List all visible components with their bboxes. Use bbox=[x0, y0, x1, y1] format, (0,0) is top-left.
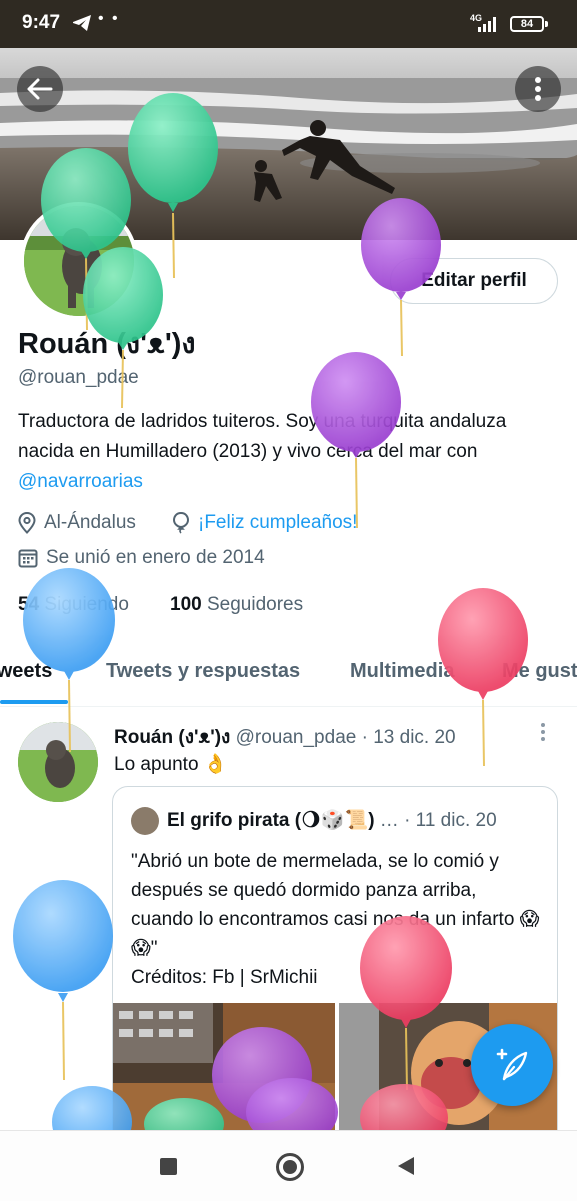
battery-icon: 84 bbox=[510, 16, 544, 32]
android-nav-bar bbox=[0, 1130, 577, 1201]
quote-author: El grifo pirata (🌖🎲📜) bbox=[167, 810, 375, 831]
more-options-button[interactable] bbox=[515, 66, 561, 112]
tweet-author[interactable]: Rouán (ง'ᴥ')ง bbox=[114, 727, 230, 748]
profile-handle: @rouan_pdae bbox=[18, 367, 139, 388]
balloon-blue-2 bbox=[13, 880, 113, 1081]
back-nav-button[interactable] bbox=[396, 1155, 416, 1177]
quote-media-image-left[interactable] bbox=[113, 1003, 335, 1145]
quote-credits: Créditos: Fb | SrMichii bbox=[131, 967, 318, 988]
balloon-icon bbox=[172, 512, 190, 534]
calendar-icon bbox=[18, 549, 38, 568]
signal-icon bbox=[478, 17, 496, 32]
battery-level: 84 bbox=[520, 18, 534, 30]
following-count: 54 bbox=[18, 594, 40, 615]
dog-avatar-image bbox=[18, 722, 98, 802]
birthday-text: ¡Feliz cumpleaños! bbox=[198, 512, 358, 533]
back-arrow-icon bbox=[27, 78, 53, 100]
tab-media[interactable]: Multimedia bbox=[350, 660, 454, 683]
bio-text: Traductora de ladridos tuiteros. Soy una… bbox=[18, 411, 507, 462]
status-time: 9:47 bbox=[22, 12, 61, 33]
location-text: Al-Ándalus bbox=[44, 512, 136, 533]
tweet-meta: @rouan_pdae · 13 dic. 20 bbox=[230, 727, 456, 748]
recents-button[interactable] bbox=[160, 1158, 177, 1175]
display-name: Rouán (ง'ᴥ')ง bbox=[18, 328, 196, 360]
profile-location: Al-Ándalus bbox=[18, 512, 136, 534]
profile-tabs: Tweets Tweets y respuestas Multimedia Me… bbox=[0, 648, 577, 707]
profile-bio: Traductora de ladridos tuiteros. Soy una… bbox=[18, 407, 558, 497]
tweet-avatar[interactable] bbox=[18, 722, 98, 802]
following-label: Siguiendo bbox=[44, 594, 129, 615]
profile-birthday[interactable]: ¡Feliz cumpleaños! bbox=[172, 512, 357, 534]
profile-joined: Se unió en enero de 2014 bbox=[18, 547, 265, 569]
battery-cap bbox=[545, 21, 548, 27]
tab-likes[interactable]: Me gusta bbox=[502, 660, 577, 683]
edit-profile-button[interactable]: Editar perfil bbox=[390, 258, 558, 304]
joined-text: Se unió en enero de 2014 bbox=[46, 547, 265, 568]
tab-tweets[interactable]: Tweets bbox=[0, 660, 52, 683]
compose-tweet-button[interactable] bbox=[471, 1024, 553, 1106]
tweet-more-icon[interactable] bbox=[540, 722, 546, 742]
quote-avatar bbox=[131, 807, 159, 835]
status-bar: 9:47 • • 4G 84 bbox=[0, 0, 577, 48]
home-button[interactable] bbox=[276, 1153, 304, 1181]
bio-mention-link[interactable]: @navarroarias bbox=[18, 471, 143, 492]
compose-feather-icon bbox=[496, 1048, 528, 1081]
dog-avatar-image bbox=[24, 206, 134, 316]
tab-tweets-and-replies[interactable]: Tweets y respuestas bbox=[106, 660, 300, 683]
location-pin-icon bbox=[18, 512, 36, 534]
followers-label: Seguidores bbox=[206, 594, 304, 615]
tweet-text: Lo apunto 👌 bbox=[114, 754, 228, 775]
followers-count: 100 bbox=[170, 594, 202, 615]
active-tab-indicator bbox=[0, 700, 68, 704]
tweet-header: Rouán (ง'ᴥ')ง @rouan_pdae · 13 dic. 20 bbox=[114, 722, 456, 752]
quote-header: El grifo pirata (🌖🎲📜) … · 11 dic. 20 bbox=[167, 808, 547, 832]
following-link[interactable]: 54 Siguiendo bbox=[18, 594, 129, 616]
notification-dots: • • bbox=[98, 10, 120, 27]
followers-link[interactable]: 100 Seguidores bbox=[170, 594, 303, 616]
profile-avatar[interactable] bbox=[20, 202, 138, 320]
back-button[interactable] bbox=[17, 66, 63, 112]
quote-text: "Abrió un bote de mermelada, se lo comió… bbox=[131, 847, 543, 992]
more-vertical-icon bbox=[535, 77, 541, 101]
quote-meta: … · 11 dic. 20 bbox=[374, 810, 497, 831]
quote-body: "Abrió un bote de mermelada, se lo comió… bbox=[131, 851, 540, 959]
telegram-icon bbox=[73, 15, 91, 31]
